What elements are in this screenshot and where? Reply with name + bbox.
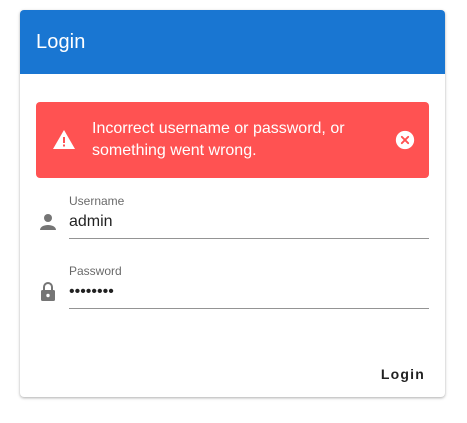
card-header: Login: [20, 10, 445, 74]
username-input[interactable]: [69, 210, 429, 234]
password-label: Password: [69, 264, 122, 278]
login-card: Login Incorrect username or password, or…: [20, 10, 445, 397]
warning-icon: [52, 128, 76, 152]
close-circle-icon[interactable]: [393, 128, 417, 152]
card-actions: Login: [369, 356, 437, 392]
password-control: Password: [69, 264, 429, 309]
password-field: Password: [36, 264, 429, 312]
username-underline: [69, 238, 429, 239]
error-alert: Incorrect username or password, or somet…: [36, 102, 429, 178]
username-label: Username: [69, 194, 125, 208]
username-control: Username: [69, 194, 429, 239]
alert-message: Incorrect username or password, or somet…: [92, 120, 345, 159]
person-icon: [36, 210, 60, 234]
login-button[interactable]: Login: [369, 356, 437, 392]
password-underline: [69, 308, 429, 309]
username-field: Username: [36, 194, 429, 242]
card-title: Login: [36, 30, 86, 53]
password-input[interactable]: [69, 280, 429, 304]
lock-icon: [36, 280, 60, 304]
